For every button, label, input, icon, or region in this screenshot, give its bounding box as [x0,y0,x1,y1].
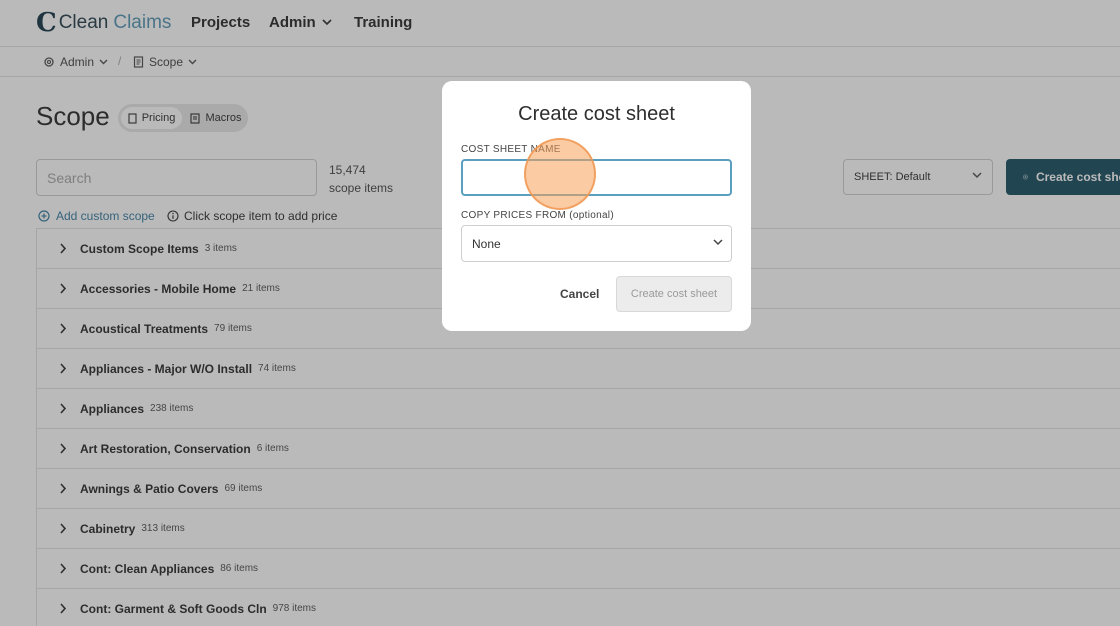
copy-prices-value: None [472,236,501,251]
copy-prices-label: COPY PRICES FROM (optional) [461,210,614,221]
copy-prices-select[interactable]: None [461,225,732,262]
chevron-down-icon [713,239,723,246]
cancel-button[interactable]: Cancel [552,276,607,312]
modal-title: Create cost sheet [518,103,675,125]
create-cost-sheet-modal: Create cost sheet COST SHEET NAME COPY P… [442,81,751,331]
create-cost-sheet-submit-button[interactable]: Create cost sheet [616,276,732,312]
click-indicator [524,138,596,210]
cost-sheet-name-input[interactable] [461,159,732,196]
